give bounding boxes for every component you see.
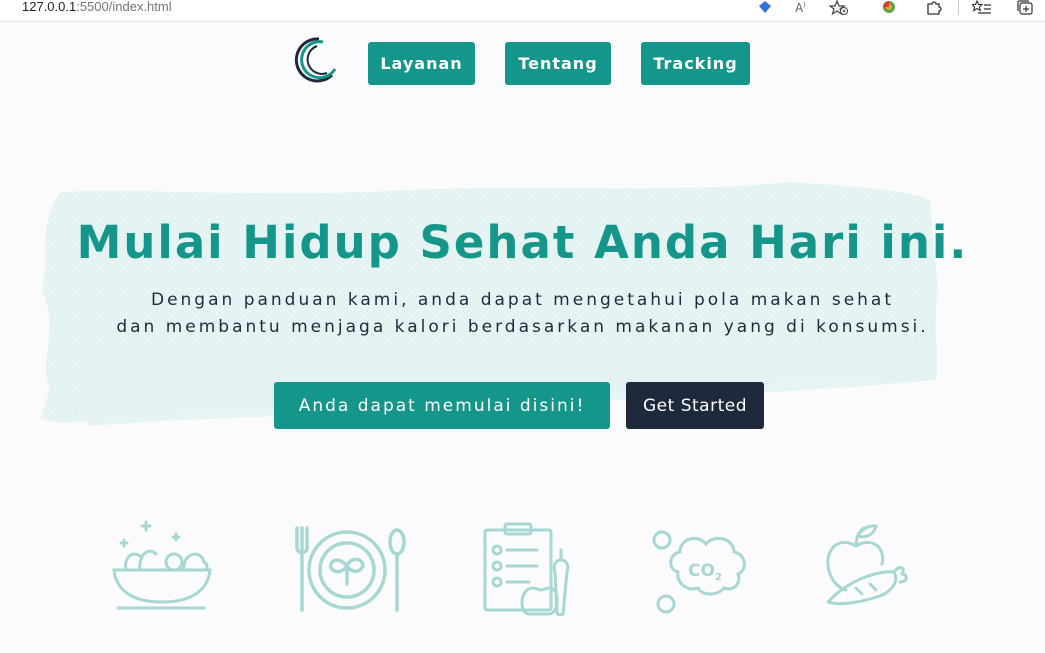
url-host: 127.0.0.1	[22, 0, 77, 14]
top-navbar: Layanan Tentang Tracking	[0, 34, 1045, 88]
salad-bowl-icon	[104, 520, 216, 619]
start-here-button[interactable]: Anda dapat memulai disini!	[274, 382, 610, 429]
plate-cutlery-icon	[287, 520, 409, 619]
hero-subtitle-line2: dan membantu menjaga kalori berdasarkan …	[116, 317, 929, 337]
apple-carrot-icon	[820, 520, 910, 616]
collections-icon[interactable]	[1016, 0, 1036, 20]
nav-layanan-button[interactable]: Layanan	[368, 42, 475, 85]
co2-subscript: 2	[715, 572, 722, 583]
co2-label: CO	[688, 561, 715, 581]
hero-subtitle-line1: Dengan panduan kami, anda dapat mengetah…	[150, 290, 895, 310]
nav-tracking-button[interactable]: Tracking	[641, 42, 750, 85]
hero-title: Mulai Hidup Sehat Anda Hari ini.	[76, 216, 969, 269]
co2-icon: CO 2	[648, 520, 754, 622]
nav-tentang-button[interactable]: Tentang	[505, 42, 611, 85]
diet-checklist-icon	[479, 520, 579, 622]
favorite-star-icon[interactable]	[828, 0, 849, 20]
extension-icon[interactable]	[756, 0, 774, 20]
brand-logo-icon[interactable]	[289, 35, 339, 89]
profile-extension-icon[interactable]	[880, 0, 898, 20]
get-started-button[interactable]: Get Started	[626, 382, 764, 429]
read-aloud-icon[interactable]: A)	[793, 0, 811, 20]
svg-text:): )	[803, 1, 806, 9]
url-path: :5500/index.html	[76, 0, 172, 14]
extensions-puzzle-icon[interactable]	[925, 0, 943, 20]
favorites-list-icon[interactable]	[970, 0, 992, 20]
address-bar[interactable]: 127.0.0.1:5500/index.html	[22, 0, 172, 14]
toolbar-divider	[958, 0, 959, 15]
browser-toolbar: 127.0.0.1:5500/index.html A)	[0, 0, 1045, 22]
